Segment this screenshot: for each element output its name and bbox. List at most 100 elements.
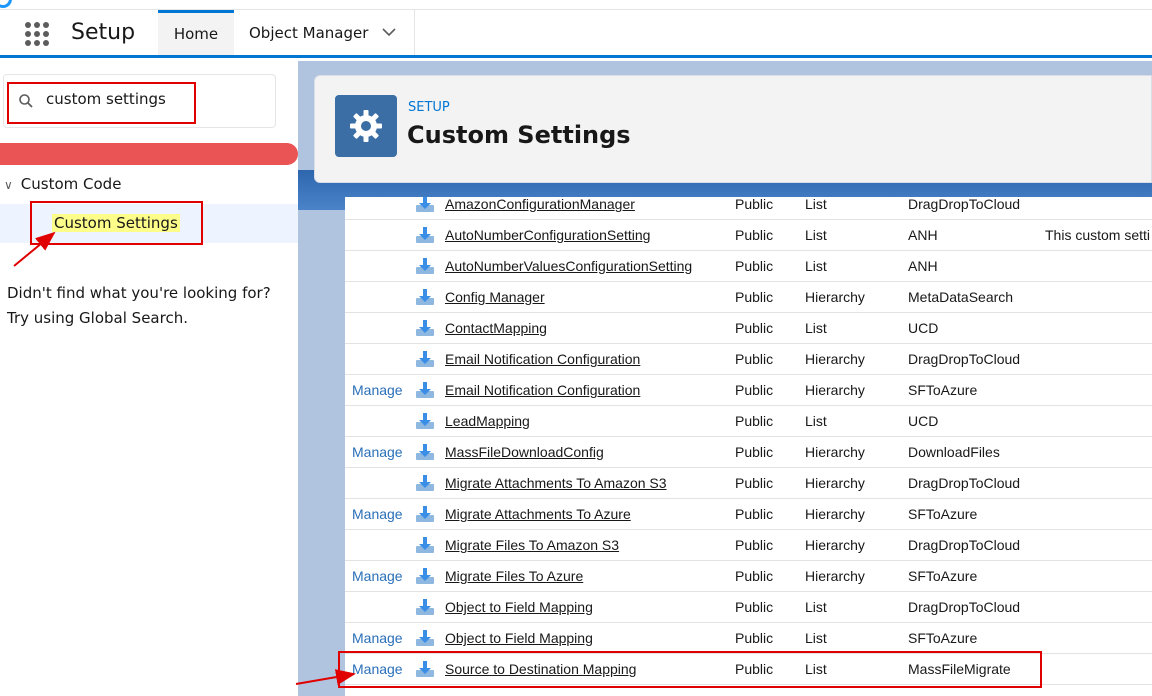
global-nav: Setup Home Object Manager (0, 10, 1152, 58)
tree-item-custom-code[interactable]: ∨ Custom Code (0, 175, 121, 193)
chevron-down-icon[interactable]: ∨ (4, 178, 13, 192)
setup-sidebar: custom settings ∨ Custom Code Custom Sett… (0, 61, 298, 696)
namespace-cell: SFToAzure (908, 506, 978, 522)
custom-setting-download-icon (416, 320, 434, 336)
app-launcher-icon[interactable] (22, 19, 50, 47)
namespace-cell: DragDropToCloud (908, 537, 1021, 553)
namespace-cell: ANH (908, 258, 938, 274)
setting-label-link[interactable]: LeadMapping (445, 406, 530, 437)
custom-setting-download-icon (416, 537, 434, 553)
custom-setting-download-icon (416, 630, 434, 646)
table-row: Manage Object to Field Mapping Public List S… (345, 623, 1152, 654)
setting-label-link[interactable]: Migrate Attachments To Azure (445, 499, 631, 530)
visibility-cell: Public (735, 444, 774, 460)
table-row: Manage Migrate Files To Azure Public Hierar… (345, 561, 1152, 592)
namespace-cell: UCD (908, 320, 939, 336)
setting-label-link[interactable]: AmazonConfigurationManager (445, 197, 635, 220)
table-row: Manage MassFileDownloadConfig Public Hierar… (345, 437, 1152, 468)
custom-setting-download-icon (416, 197, 434, 212)
custom-setting-download-icon (416, 568, 434, 584)
setting-label-link[interactable]: Object to Field Mapping (445, 592, 593, 623)
namespace-cell: UCD (908, 413, 939, 429)
table-row: Email Notification Configuration Public Hi… (345, 344, 1152, 375)
setting-label-link[interactable]: Object to Field Mapping (445, 623, 593, 654)
table-row: Config Manager Public Hierarchy MetaDataSea… (345, 282, 1152, 313)
salesforce-logo-icon (0, 0, 12, 8)
custom-setting-download-icon (416, 444, 434, 460)
custom-setting-download-icon (416, 382, 434, 398)
custom-setting-download-icon (416, 227, 434, 243)
custom-setting-download-icon (416, 289, 434, 305)
visibility-cell: Public (735, 475, 774, 491)
table-row: AutoNumberValuesConfigurationSetting Publ… (345, 251, 1152, 282)
namespace-cell: DownloadFiles (908, 444, 1000, 460)
setting-label-link[interactable]: Migrate Attachments To Amazon S3 (445, 468, 667, 499)
namespace-cell: SFToAzure (908, 630, 978, 646)
custom-setting-download-icon (416, 506, 434, 522)
table-row: AmazonConfigurationManager Public List Drag… (345, 197, 1152, 220)
not-found-message: Didn't find what you're looking for? Try… (7, 281, 292, 331)
not-found-line-1: Didn't find what you're looking for? (7, 284, 271, 302)
namespace-cell: SFToAzure (908, 382, 978, 398)
table-row: Migrate Files To Amazon S3 Public Hierarch… (345, 530, 1152, 561)
sidebar-banner (0, 143, 298, 165)
setting-type-cell: Hierarchy (805, 537, 865, 553)
source-mapping-annotation-box (338, 651, 1042, 688)
manage-link[interactable]: Manage (352, 623, 403, 654)
visibility-cell: Public (735, 227, 774, 243)
setting-label-link[interactable]: Email Notification Configuration (445, 344, 640, 375)
setting-label-link[interactable]: ContactMapping (445, 313, 547, 344)
manage-link[interactable]: Manage (352, 437, 403, 468)
custom-setting-download-icon (416, 475, 434, 491)
visibility-cell: Public (735, 197, 774, 212)
setting-label-link[interactable]: MassFileDownloadConfig (445, 437, 604, 468)
visibility-cell: Public (735, 506, 774, 522)
setting-type-cell: Hierarchy (805, 506, 865, 522)
setting-type-cell: List (805, 227, 827, 243)
custom-settings-table: AmazonConfigurationManager Public List Drag… (345, 197, 1152, 696)
top-strip (0, 0, 1152, 10)
setting-label-link[interactable]: AutoNumberConfigurationSetting (445, 220, 650, 251)
namespace-cell: DragDropToCloud (908, 351, 1021, 367)
visibility-cell: Public (735, 351, 774, 367)
setting-type-cell: List (805, 258, 827, 274)
page-header: SETUP Custom Settings (314, 75, 1152, 183)
visibility-cell: Public (735, 320, 774, 336)
setting-type-cell: List (805, 197, 827, 212)
chevron-down-icon[interactable] (382, 25, 396, 41)
search-annotation-box (7, 82, 196, 124)
tab-home[interactable]: Home (158, 10, 234, 55)
tree-item-label: Custom Code (20, 175, 122, 193)
visibility-cell: Public (735, 413, 774, 429)
page-eyebrow: SETUP (408, 100, 450, 115)
custom-setting-download-icon (416, 413, 434, 429)
setting-type-cell: List (805, 630, 827, 646)
setting-label-link[interactable]: Migrate Files To Azure (445, 561, 583, 592)
namespace-cell: SFToAzure (908, 568, 978, 584)
namespace-cell: DragDropToCloud (908, 599, 1021, 615)
tab-object-manager-label: Object Manager (249, 23, 369, 42)
setting-type-cell: List (805, 413, 827, 429)
tab-object-manager[interactable]: Object Manager (234, 10, 415, 55)
table-row: ContactMapping Public List UCD (345, 313, 1152, 344)
setting-label-link[interactable]: AutoNumberValuesConfigurationSetting (445, 251, 692, 282)
custom-setting-download-icon (416, 258, 434, 274)
setting-label-link[interactable]: Config Manager (445, 282, 545, 313)
setting-type-cell: List (805, 320, 827, 336)
custom-settings-annotation-box (30, 201, 203, 245)
setting-label-link[interactable]: Email Notification Configuration (445, 375, 640, 406)
page-title: Custom Settings (407, 121, 631, 149)
table-row: Manage Migrate Attachments To Azure Public… (345, 499, 1152, 530)
setting-label-link[interactable]: Migrate Files To Amazon S3 (445, 530, 619, 561)
description-cell: This custom setti (1045, 227, 1151, 243)
setting-type-cell: Hierarchy (805, 351, 865, 367)
visibility-cell: Public (735, 258, 774, 274)
manage-link[interactable]: Manage (352, 561, 403, 592)
custom-setting-download-icon (416, 599, 434, 615)
manage-link[interactable]: Manage (352, 499, 403, 530)
namespace-cell: ANH (908, 227, 938, 243)
manage-link[interactable]: Manage (352, 375, 403, 406)
visibility-cell: Public (735, 382, 774, 398)
namespace-cell: DragDropToCloud (908, 197, 1021, 212)
setting-type-cell: Hierarchy (805, 475, 865, 491)
